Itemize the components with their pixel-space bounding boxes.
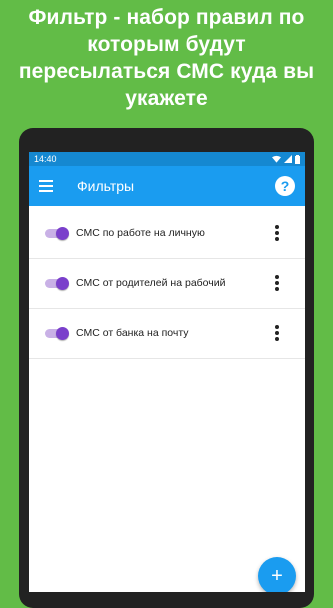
battery-icon xyxy=(295,154,300,164)
filter-toggle[interactable] xyxy=(45,327,69,340)
status-bar: 14:40 xyxy=(29,152,305,166)
filter-row[interactable]: СМС по работе на личную xyxy=(29,209,305,259)
filter-label: СМС по работе на личную xyxy=(76,227,205,239)
promo-line: которым будут xyxy=(87,33,246,56)
more-vert-icon[interactable] xyxy=(275,225,279,241)
filter-label: СМС от банка на почту xyxy=(76,327,189,339)
promo-caption: Фильтр - набор правил по которым будут п… xyxy=(0,4,333,112)
menu-icon[interactable] xyxy=(39,180,53,192)
app-bar: Фильтры ? xyxy=(29,166,305,206)
filter-row[interactable]: СМС от родителей на рабочий xyxy=(29,259,305,309)
status-icons xyxy=(272,154,300,164)
filter-toggle[interactable] xyxy=(45,277,69,290)
more-vert-icon[interactable] xyxy=(275,275,279,291)
filter-toggle[interactable] xyxy=(45,227,69,240)
more-vert-icon[interactable] xyxy=(275,325,279,341)
promo-line: Фильтр - набор правил по xyxy=(28,6,305,29)
filter-label: СМС от родителей на рабочий xyxy=(76,277,226,289)
page-title: Фильтры xyxy=(77,178,135,194)
add-filter-button[interactable]: + xyxy=(258,557,296,592)
promo-line: пересылаться СМС куда вы xyxy=(18,60,315,83)
filter-row[interactable]: СМС от банка на почту xyxy=(29,309,305,359)
status-time: 14:40 xyxy=(34,154,57,164)
signal-icon xyxy=(284,155,292,163)
app-screen: 14:40 Фильтры ? СМС по работе на личную … xyxy=(29,152,305,592)
wifi-icon xyxy=(272,155,281,163)
help-icon[interactable]: ? xyxy=(275,176,295,196)
filter-list: СМС по работе на личную СМС от родителей… xyxy=(29,209,305,359)
promo-line: укажете xyxy=(125,87,208,110)
